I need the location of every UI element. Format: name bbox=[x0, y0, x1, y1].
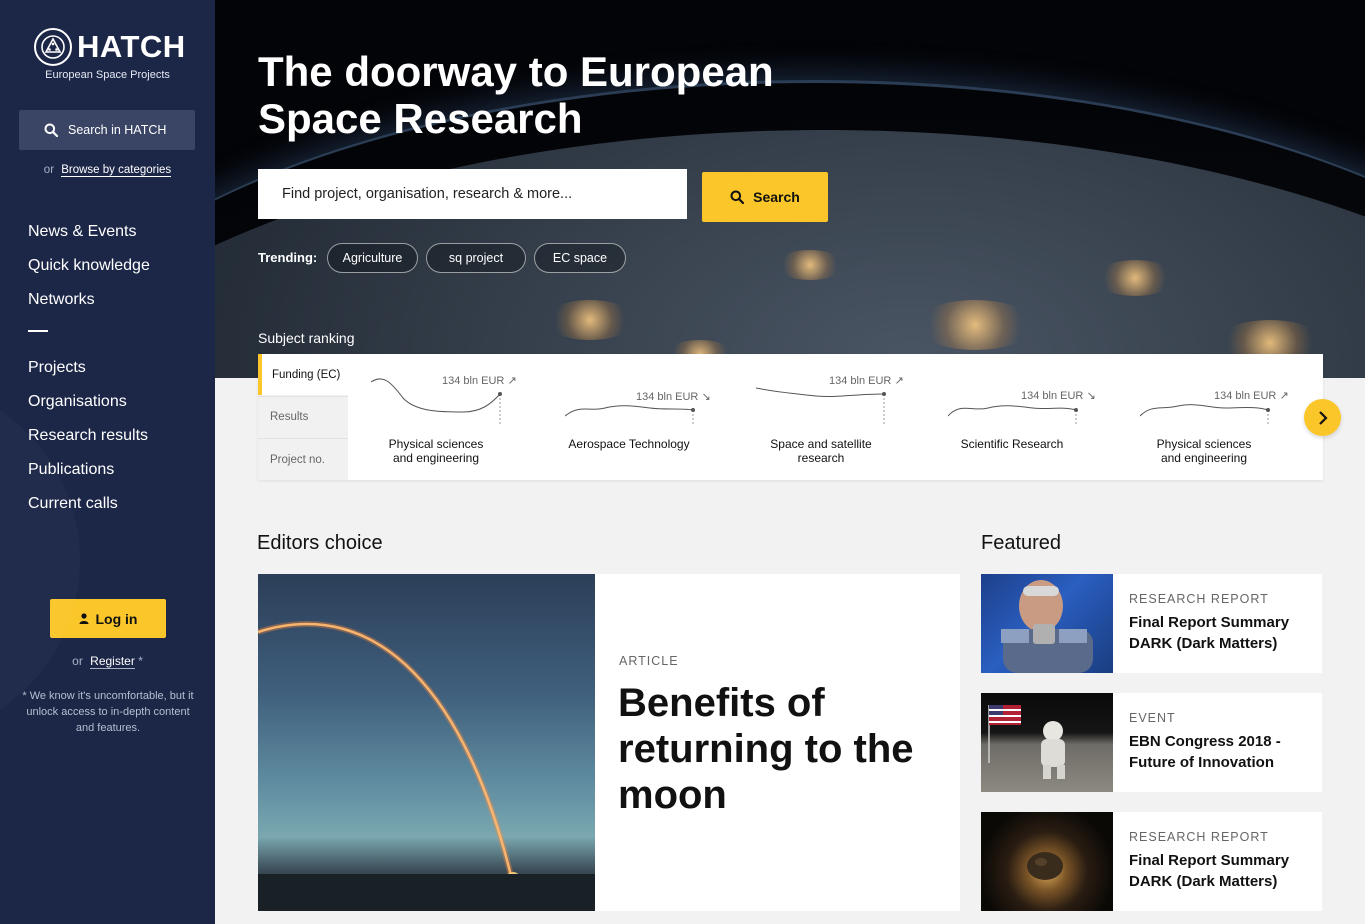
ranking-name: Aerospace Technology bbox=[568, 437, 690, 451]
hero-city-lights bbox=[545, 300, 635, 340]
browse-prefix: or bbox=[43, 164, 55, 176]
login-label: Log in bbox=[95, 610, 138, 627]
trend-arrow-icon: ↗ bbox=[507, 375, 517, 387]
ranking-item[interactable]: 134 bln EUR ↗ Physical sciences and engin… bbox=[1140, 354, 1290, 480]
editors-choice-kicker: ARTICLE bbox=[619, 654, 679, 668]
hero-search-button[interactable]: Search bbox=[702, 172, 828, 222]
sparkline bbox=[756, 387, 886, 424]
rocket-launch-image bbox=[258, 574, 595, 911]
ranking-value: 134 bln EUR ↘ bbox=[636, 391, 711, 403]
search-icon bbox=[44, 123, 58, 137]
subject-ranking-label: Subject ranking bbox=[258, 330, 355, 346]
trend-arrow-icon: ↘ bbox=[1086, 390, 1096, 402]
ranking-value: 134 bln EUR ↗ bbox=[829, 375, 904, 387]
ranking-item[interactable]: 134 bln EUR ↗ Space and satellite researc… bbox=[756, 354, 906, 480]
nav-item-current-calls[interactable]: Current calls bbox=[28, 487, 148, 521]
browse-categories-link[interactable]: Browse by categories bbox=[61, 164, 172, 177]
hero-title: The doorway to European Space Research bbox=[258, 48, 774, 142]
ranking-name: Physical sciences and engineering bbox=[388, 437, 484, 465]
nav-item-quick-knowledge[interactable]: Quick knowledge bbox=[28, 249, 150, 283]
trending-chip[interactable]: Agriculture bbox=[327, 243, 418, 273]
trending-chip[interactable]: sq project bbox=[426, 243, 526, 273]
sidebar: HATCH European Space Projects Search in … bbox=[0, 0, 215, 924]
brand-subtitle: European Space Projects bbox=[45, 69, 170, 81]
browse-row: or Browse by categories bbox=[0, 164, 215, 177]
hero-search-input[interactable] bbox=[258, 169, 687, 219]
featured-kicker: EVENT bbox=[1129, 711, 1176, 725]
editors-choice-title[interactable]: Benefits of returning to the moon bbox=[618, 680, 938, 818]
ranking-item[interactable]: 134 bln EUR ↘ Aerospace Technology bbox=[565, 354, 715, 480]
moon-landing-image bbox=[981, 693, 1113, 792]
trend-arrow-icon: ↗ bbox=[1279, 390, 1289, 402]
logo-emblem-icon bbox=[34, 28, 72, 66]
sidebar-search-button[interactable]: Search in HATCH bbox=[19, 110, 195, 150]
tab-results[interactable]: Results bbox=[258, 396, 348, 437]
user-icon bbox=[79, 613, 88, 624]
login-button[interactable]: Log in bbox=[50, 599, 166, 638]
asteroid-image bbox=[981, 812, 1113, 911]
ranking-item[interactable]: 134 bln EUR ↘ Scientific Research bbox=[948, 354, 1098, 480]
hero-search-label: Search bbox=[753, 189, 800, 205]
nav-item-publications[interactable]: Publications bbox=[28, 453, 148, 487]
hero-city-lights bbox=[915, 300, 1035, 350]
nav-item-projects[interactable]: Projects bbox=[28, 351, 148, 385]
brand-name: HATCH bbox=[77, 29, 186, 64]
sparkline bbox=[371, 378, 502, 424]
trending-chip[interactable]: EC space bbox=[534, 243, 626, 273]
logo[interactable]: HATCH bbox=[34, 28, 186, 66]
tab-project-no[interactable]: Project no. bbox=[258, 438, 348, 480]
tab-funding[interactable]: Funding (EC) bbox=[258, 354, 348, 395]
ranking-value: 134 bln EUR ↗ bbox=[1214, 390, 1289, 402]
nav-item-networks[interactable]: Networks bbox=[28, 283, 150, 317]
nav-item-news-events[interactable]: News & Events bbox=[28, 215, 150, 249]
register-prefix: or bbox=[72, 654, 83, 668]
ranking-value: 134 bln EUR ↘ bbox=[1021, 390, 1096, 402]
nav-divider bbox=[28, 330, 48, 332]
trending-label: Trending: bbox=[258, 250, 318, 265]
register-link[interactable]: Register bbox=[90, 654, 135, 669]
nav-secondary: Projects Organisations Research results … bbox=[28, 351, 148, 521]
nav-primary: News & Events Quick knowledge Networks bbox=[28, 215, 150, 317]
register-row: or Register * bbox=[0, 654, 215, 669]
hero: The doorway to European Space Research S… bbox=[215, 0, 1365, 378]
scientist-image bbox=[981, 574, 1113, 673]
ranking-item[interactable]: 134 bln EUR ↗ Physical sciences and engin… bbox=[371, 354, 521, 480]
featured-kicker: RESEARCH REPORT bbox=[1129, 830, 1269, 844]
featured-title[interactable]: EBN Congress 2018 - Future of Innovation bbox=[1129, 731, 1309, 773]
featured-kicker: RESEARCH REPORT bbox=[1129, 592, 1269, 606]
subject-ranking-card: Funding (EC) Results Project no. 134 bln… bbox=[258, 354, 1323, 480]
sparkline bbox=[565, 405, 695, 424]
nav-item-organisations[interactable]: Organisations bbox=[28, 385, 148, 419]
search-icon bbox=[730, 190, 745, 204]
ranking-tabs: Funding (EC) Results Project no. bbox=[258, 354, 348, 480]
hero-city-lights bbox=[1095, 260, 1175, 296]
editors-choice-card[interactable]: ARTICLE Benefits of returning to the moo… bbox=[258, 574, 960, 911]
sidebar-search-label: Search in HATCH bbox=[68, 123, 167, 137]
ranking-name: Scientific Research bbox=[960, 437, 1064, 451]
ranking-name: Space and satellite research bbox=[770, 437, 872, 465]
featured-heading: Featured bbox=[981, 532, 1062, 554]
ranking-name: Physical sciences and engineering bbox=[1156, 437, 1252, 465]
register-asterisk: * bbox=[138, 654, 143, 668]
ranking-next-button[interactable] bbox=[1304, 399, 1341, 436]
chevron-right-icon bbox=[1318, 410, 1328, 425]
ranking-value: 134 bln EUR ↗ bbox=[442, 375, 517, 387]
featured-item[interactable]: RESEARCH REPORT Final Report Summary DAR… bbox=[981, 812, 1322, 911]
hero-city-lights bbox=[775, 250, 845, 280]
featured-item[interactable]: EVENT EBN Congress 2018 - Future of Inno… bbox=[981, 693, 1322, 792]
featured-title[interactable]: Final Report Summary DARK (Dark Matters) bbox=[1129, 850, 1309, 892]
login-note: * We know it's uncomfortable, but it unl… bbox=[22, 690, 194, 734]
trend-arrow-icon: ↗ bbox=[894, 375, 904, 387]
nav-item-research-results[interactable]: Research results bbox=[28, 419, 148, 453]
featured-title[interactable]: Final Report Summary DARK (Dark Matters) bbox=[1129, 612, 1309, 654]
featured-item[interactable]: RESEARCH REPORT Final Report Summary DAR… bbox=[981, 574, 1322, 673]
editors-choice-heading: Editors choice bbox=[257, 532, 383, 554]
trend-arrow-icon: ↘ bbox=[701, 391, 711, 403]
